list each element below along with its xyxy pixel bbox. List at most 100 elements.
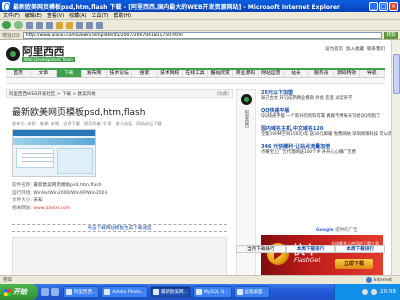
tab-week-2[interactable]: 本周下载排行 — [335, 245, 386, 253]
zone-label: Internet — [373, 277, 392, 283]
window-titlebar[interactable]: 最新欧美网页模板psd,htm,flash 下载 - [阿里西西,国内最大的WE… — [0, 0, 400, 12]
taskbar-button-active[interactable]: 最新欧美网... — [150, 286, 191, 298]
taskbar: 开始 阿里西西... Adobe Photo... 最新欧美网... MySQL… — [0, 284, 400, 300]
menu-view[interactable]: 查看(V) — [47, 12, 64, 19]
task-label: 最新欧美网... — [161, 290, 188, 295]
menu-tools[interactable]: 工具(T) — [92, 12, 109, 19]
header-link[interactable]: 加入收藏 — [346, 46, 364, 52]
news-title[interactable]: 25元以下加盟 — [261, 89, 383, 96]
windows-logo-icon — [4, 288, 11, 296]
sub-nav — [6, 79, 385, 84]
nav-item[interactable]: 在线工具 — [183, 70, 209, 77]
nav-item[interactable]: 服务员 — [309, 70, 335, 77]
flashget-download-button[interactable]: 立即下载 — [335, 259, 373, 269]
app-icon — [153, 289, 160, 295]
meta-item[interactable]: 网站论坛下载 — [136, 121, 161, 127]
status-bar: 完毕 Internet — [0, 275, 400, 284]
home-icon[interactable] — [46, 21, 53, 29]
scrollbar-thumb[interactable] — [393, 54, 400, 94]
search-icon[interactable] — [56, 21, 63, 29]
nav-item[interactable]: 搜索 — [132, 70, 158, 77]
tab-month[interactable]: 当月下载排行 — [236, 245, 286, 253]
flashget-banner[interactable]: 快车 FlashGet 全球最多人使用的下载工具 立即下载 — [261, 235, 383, 277]
template-preview-image[interactable] — [12, 129, 96, 177]
nav-item[interactable]: 首页 — [6, 70, 32, 77]
info-value: Win9x/Win2000/WinXP/Win2003 — [33, 190, 108, 196]
vertical-banner[interactable]: 阿里西西 — [236, 89, 256, 285]
tab-week[interactable]: 本周下载排行 — [285, 245, 336, 253]
security-zone: Internet — [365, 277, 392, 283]
bookmark-link[interactable]: [收藏] — [216, 91, 229, 97]
news-desc: 点赚宝上广告代理网送100个IP 开开心心赚广告费 — [261, 150, 357, 155]
list-item[interactable]: 国内域名主机,中文域名120 全能100M空间150元/年 送30元邮箱 免费网… — [261, 125, 391, 138]
header-link[interactable]: 联系我们 — [367, 46, 385, 52]
news-title[interactable]: 346 元快赚利·让站点流量加倍 — [261, 143, 383, 150]
menu-edit[interactable]: 编辑(E) — [25, 12, 42, 19]
task-label: Adobe Photo... — [112, 289, 146, 295]
info-site-link[interactable]: www.alixixi.com — [33, 206, 70, 211]
nav-item[interactable]: 发布网 — [82, 70, 108, 77]
list-item[interactable]: 346 元快赚利·让站点流量加倍 点赚宝上广告代理网送100个IP 开开心心赚广… — [261, 143, 383, 156]
taskbar-button[interactable]: MySQL Q... — [192, 286, 232, 298]
clock[interactable]: 20:58 — [380, 289, 396, 295]
header-link[interactable]: 设为首页 — [325, 46, 343, 52]
favorites-icon[interactable] — [66, 21, 73, 29]
menu-help[interactable]: 帮助(H) — [113, 12, 131, 19]
start-button[interactable]: 开始 — [0, 284, 38, 300]
nav-item[interactable]: 酷站欣赏 — [208, 70, 234, 77]
nav-item[interactable]: 商业源码 — [233, 70, 259, 77]
print-icon[interactable] — [96, 21, 103, 29]
minimize-icon[interactable]: _ — [369, 1, 378, 11]
refresh-icon[interactable] — [36, 21, 43, 29]
quicklaunch-desktop-icon[interactable] — [51, 288, 59, 296]
news-title[interactable]: QQ快递平版 — [261, 107, 383, 114]
nav-item[interactable]: 导航 — [360, 70, 385, 77]
app-icon — [236, 289, 243, 295]
back-icon[interactable] — [2, 21, 11, 29]
mail-icon[interactable] — [86, 21, 93, 29]
news-title[interactable]: 国内域名主机,中文域名120 — [261, 125, 383, 132]
taskbar-button[interactable]: 远程桌面... — [233, 286, 270, 298]
meta-item: 发布于: 未知 — [12, 121, 36, 126]
nav-item[interactable]: 文章 — [31, 70, 57, 77]
download-link[interactable]: 点击下载网站模板生成下载速度 — [12, 224, 227, 232]
taskbar-button[interactable]: Adobe Photo... — [101, 286, 149, 298]
stop-icon[interactable] — [26, 21, 33, 29]
nav-item[interactable]: 网站运营 — [259, 70, 284, 77]
go-button[interactable]: 转到 — [384, 31, 398, 39]
article-meta: 发布于: 未知 来源: 未知 点评下载 网页作者: 0 条 进入论坛 网站论坛下… — [12, 121, 233, 127]
forward-icon[interactable] — [14, 21, 23, 29]
list-item[interactable]: QQ快递平版 QQ快递平版 一个新开的资料可靠 真能不用每天写给QQ的指了 — [261, 107, 383, 120]
close-icon[interactable]: × — [389, 1, 398, 11]
nav-item[interactable]: 技术论坛 — [107, 70, 133, 77]
google-ads-label[interactable]: Google 提供的广告 — [316, 227, 358, 233]
nav-item[interactable]: 源码特效 — [334, 70, 360, 77]
app-icon — [66, 289, 72, 295]
nav-item[interactable]: 技术网校 — [158, 70, 183, 77]
maximize-icon[interactable]: □ — [379, 1, 388, 11]
quicklaunch-ie-icon[interactable] — [41, 288, 49, 296]
site-logo[interactable]: 阿里西西 Web Development Team — [22, 46, 75, 62]
ie-icon — [2, 2, 10, 11]
status-text: 完毕 — [3, 278, 13, 283]
ad-news-list: 25元以下加盟 知己古文 开沉成熟网业模商 抄会 恋变 派宏夹学 QQ快递平版 … — [261, 89, 391, 161]
site-logo-icon[interactable] — [6, 47, 20, 61]
list-item[interactable]: 25元以下加盟 知己古文 开沉成熟网业模商 抄会 恋变 派宏夹学 — [261, 89, 383, 102]
menu-favorites[interactable]: 收藏(A) — [69, 12, 86, 19]
volume-icon[interactable] — [362, 289, 369, 295]
network-icon[interactable] — [371, 289, 378, 295]
breadcrumb-path[interactable]: 阿里西西WEB开发社区 > 下载 > 欧美风格 — [9, 91, 96, 97]
meta-item[interactable]: 进入论坛 — [116, 121, 133, 127]
window-controls: _ □ × — [369, 1, 398, 11]
taskbar-button[interactable]: 阿里西西... — [63, 286, 100, 298]
nav-item-active[interactable]: 下载 — [56, 70, 82, 77]
history-icon[interactable] — [76, 21, 83, 29]
vertical-scrollbar[interactable] — [391, 40, 400, 287]
address-input[interactable]: http://www.alixixi.com/Down/Template/05/… — [22, 31, 382, 39]
nav-item[interactable]: 站长 — [284, 70, 310, 77]
app-icon — [195, 289, 202, 295]
menu-file[interactable]: 文件(F) — [3, 12, 20, 19]
meta-item[interactable]: 点评下载 — [63, 121, 80, 127]
google-text: 提供的广告 — [335, 228, 358, 233]
quick-launch — [41, 288, 59, 296]
